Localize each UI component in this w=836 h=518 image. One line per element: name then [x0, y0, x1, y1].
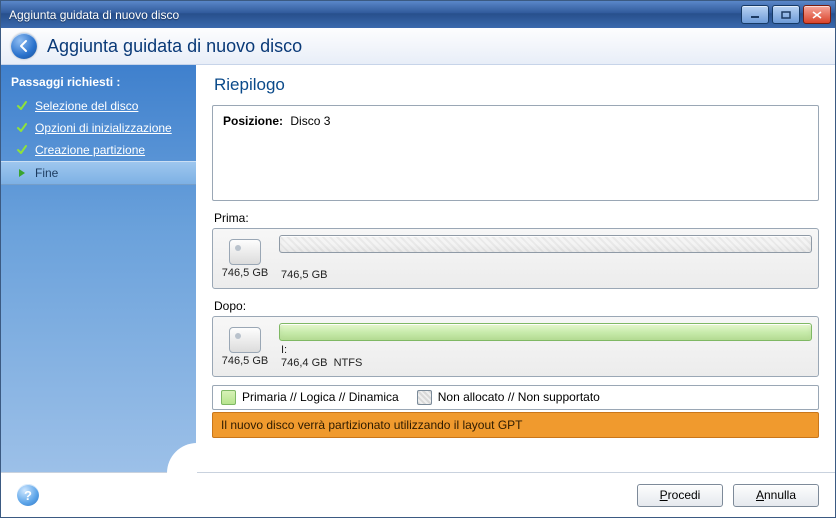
header-title: Aggiunta guidata di nuovo disco	[47, 36, 302, 57]
arrow-right-icon	[15, 166, 29, 180]
legend-swatch-primary-icon	[221, 390, 236, 405]
window-title: Aggiunta guidata di nuovo disco	[9, 8, 741, 22]
disk-icon	[229, 327, 261, 353]
before-label: Prima:	[214, 211, 819, 225]
position-panel: Posizione: Disco 3	[212, 105, 819, 201]
step-finish: Fine	[1, 161, 196, 185]
close-button[interactable]	[803, 5, 831, 24]
partition-bar-primary[interactable]	[279, 323, 812, 341]
partition-text: 746,5 GB	[279, 256, 812, 282]
check-icon	[15, 99, 29, 113]
cancel-button[interactable]: Annulla	[733, 484, 819, 507]
check-icon	[15, 121, 29, 135]
partition-column: 746,5 GB	[279, 235, 812, 282]
after-label: Dopo:	[214, 299, 819, 313]
legend-primary: Primaria // Logica // Dinamica	[221, 390, 399, 405]
legend-unallocated: Non allocato // Non supportato	[417, 390, 600, 405]
proceed-button[interactable]: Procedi	[637, 484, 723, 507]
wizard-window: Aggiunta guidata di nuovo disco Aggiunta…	[0, 0, 836, 518]
sidebar-heading: Passaggi richiesti :	[1, 71, 196, 95]
header: Aggiunta guidata di nuovo disco	[1, 28, 835, 65]
step-label: Selezione del disco	[35, 99, 138, 113]
step-init-options[interactable]: Opzioni di inizializzazione	[1, 117, 196, 139]
footer: ? Procedi Annulla	[1, 472, 835, 517]
page-title: Riepilogo	[214, 75, 819, 95]
step-label: Opzioni di inizializzazione	[35, 121, 172, 135]
step-select-disk[interactable]: Selezione del disco	[1, 95, 196, 117]
step-create-partition[interactable]: Creazione partizione	[1, 139, 196, 161]
disk-after-panel: 746,5 GB I: 746,4 GB NTFS	[212, 316, 819, 377]
disk-total-size: 746,5 GB	[222, 355, 268, 367]
back-button[interactable]	[11, 33, 37, 59]
disk-icon-column: 746,5 GB	[219, 235, 271, 282]
main-content: Riepilogo Posizione: Disco 3 Prima: 746,…	[196, 65, 835, 472]
disk-before-panel: 746,5 GB 746,5 GB	[212, 228, 819, 289]
minimize-button[interactable]	[741, 5, 769, 24]
maximize-button[interactable]	[772, 5, 800, 24]
step-label: Fine	[35, 166, 58, 180]
position-value: Disco 3	[290, 114, 330, 128]
disk-icon	[229, 239, 261, 265]
legend-swatch-unalloc-icon	[417, 390, 432, 405]
disk-icon-column: 746,5 GB	[219, 323, 271, 370]
disk-total-size: 746,5 GB	[222, 267, 268, 279]
partition-column: I: 746,4 GB NTFS	[279, 323, 812, 370]
position-label: Posizione:	[223, 114, 283, 128]
partition-bar-unallocated[interactable]	[279, 235, 812, 253]
check-icon	[15, 143, 29, 157]
window-buttons	[741, 5, 831, 24]
sidebar: Passaggi richiesti : Selezione del disco…	[1, 65, 196, 472]
warning-bar: Il nuovo disco verrà partizionato utiliz…	[212, 412, 819, 438]
step-label: Creazione partizione	[35, 143, 145, 157]
partition-text: I: 746,4 GB NTFS	[279, 344, 812, 370]
legend: Primaria // Logica // Dinamica Non alloc…	[212, 385, 819, 410]
body: Passaggi richiesti : Selezione del disco…	[1, 65, 835, 472]
help-button[interactable]: ?	[17, 484, 39, 506]
titlebar: Aggiunta guidata di nuovo disco	[1, 1, 835, 28]
